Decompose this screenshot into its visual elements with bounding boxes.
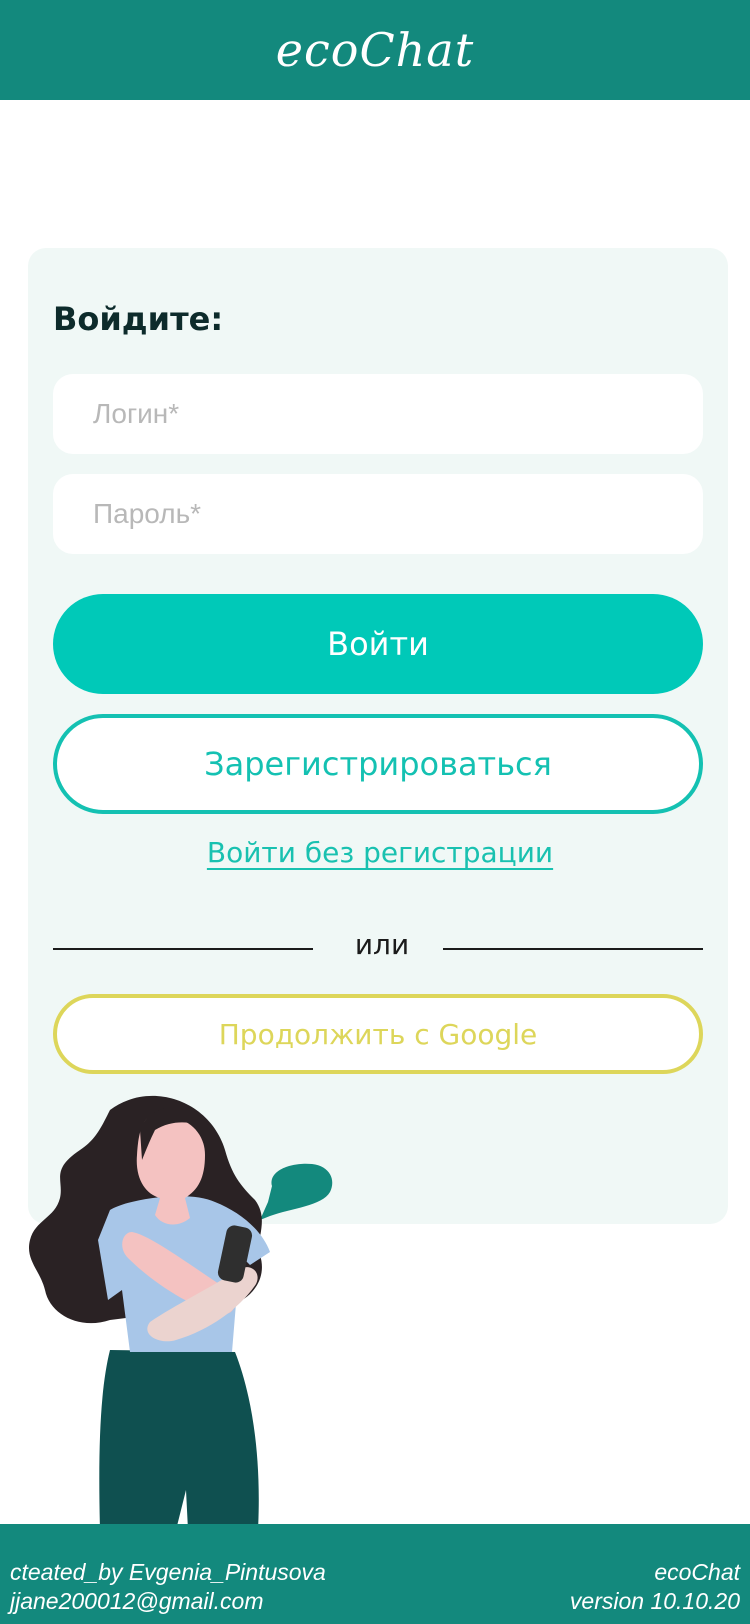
app-header: ecoChat [0, 0, 750, 100]
divider-line-left [53, 948, 313, 950]
password-input[interactable] [53, 474, 703, 554]
register-button-label: Зарегистрироваться [204, 745, 552, 783]
login-input[interactable] [53, 374, 703, 454]
divider-line-right [443, 948, 703, 950]
app-title: ecoChat [275, 23, 475, 77]
login-heading: Войдите: [53, 300, 224, 338]
footer-credits: cteated_by Evgenia_Pintusova jjane200012… [10, 1558, 326, 1616]
speech-bubble-icon [260, 1163, 333, 1220]
footer-app-name: ecoChat [654, 1559, 740, 1585]
divider-text: или [354, 928, 410, 961]
login-button[interactable]: Войти [53, 594, 703, 694]
register-button[interactable]: Зарегистрироваться [53, 714, 703, 814]
google-button[interactable]: Продолжить с Google [53, 994, 703, 1074]
google-button-label: Продолжить с Google [218, 1017, 538, 1051]
footer-version: version 10.10.20 [569, 1588, 740, 1614]
footer-email: jjane200012@gmail.com [10, 1588, 264, 1614]
woman-with-phone-illustration [28, 1095, 333, 1530]
guest-login-link[interactable]: Войти без регистрации [0, 836, 750, 869]
app-footer: cteated_by Evgenia_Pintusova jjane200012… [0, 1524, 750, 1624]
login-button-label: Войти [327, 625, 429, 663]
footer-app-info: ecoChat version 10.10.20 [570, 1558, 740, 1616]
footer-author: cteated_by Evgenia_Pintusova [10, 1559, 326, 1585]
